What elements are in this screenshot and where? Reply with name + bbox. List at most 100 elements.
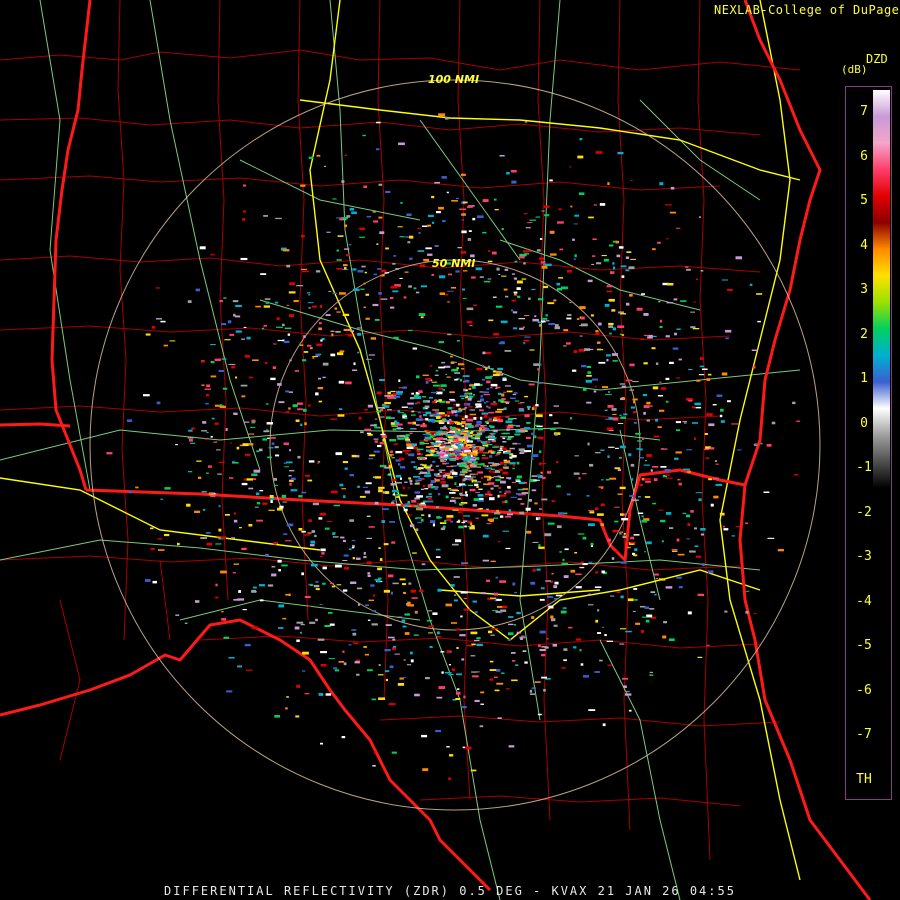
- echo-pixel: [618, 246, 624, 249]
- echo-pixel: [418, 467, 421, 470]
- echo-pixel: [295, 419, 300, 422]
- echo-pixel: [406, 664, 412, 666]
- echo-pixel: [687, 470, 691, 474]
- echo-pixel: [640, 630, 645, 633]
- echo-pixel: [534, 435, 537, 439]
- echo-pixel: [611, 557, 615, 560]
- echo-pixel: [677, 478, 681, 481]
- echo-pixel: [676, 328, 681, 330]
- echo-pixel: [695, 555, 702, 558]
- echo-pixel: [364, 409, 368, 411]
- echo-pixel: [277, 383, 282, 386]
- echo-pixel: [367, 404, 373, 408]
- echo-pixel: [749, 283, 753, 286]
- echo-pixel: [675, 451, 682, 454]
- echo-pixel: [644, 478, 651, 481]
- echo-pixel: [476, 432, 483, 436]
- echo-pixel: [447, 333, 452, 336]
- echo-pixel: [443, 459, 446, 462]
- echo-pixel: [606, 285, 613, 288]
- echo-pixel: [714, 460, 718, 462]
- echo-pixel: [751, 349, 758, 351]
- echo-pixel: [221, 618, 227, 621]
- echo-pixel: [537, 368, 540, 371]
- echo-pixel: [530, 458, 534, 460]
- echo-pixel: [471, 437, 475, 440]
- echo-pixel: [285, 593, 290, 596]
- echo-pixel: [480, 703, 484, 705]
- echo-pixel: [470, 655, 476, 657]
- echo-pixel: [384, 670, 390, 673]
- echo-pixel: [359, 227, 365, 230]
- echo-pixel: [524, 395, 529, 398]
- echo-pixel: [539, 649, 546, 652]
- echo-pixel: [595, 571, 599, 574]
- echo-pixel: [479, 447, 485, 449]
- echo-pixel: [451, 668, 455, 671]
- echo-pixel: [594, 671, 600, 673]
- echo-pixel: [724, 610, 728, 613]
- echo-pixel: [720, 408, 724, 412]
- echo-pixel: [500, 320, 508, 324]
- echo-pixel: [293, 300, 299, 303]
- echo-pixel: [336, 311, 341, 313]
- echo-pixel: [301, 572, 304, 576]
- echo-pixel: [304, 693, 310, 695]
- echo-pixel: [345, 381, 352, 385]
- echo-pixel: [404, 481, 408, 483]
- echo-pixel: [248, 524, 253, 527]
- echo-pixel: [446, 376, 451, 378]
- echo-pixel: [504, 493, 507, 495]
- echo-pixel: [486, 508, 489, 511]
- echo-pixel: [497, 494, 500, 498]
- echo-pixel: [606, 427, 614, 431]
- echo-pixel: [745, 522, 749, 525]
- echo-pixel: [378, 489, 383, 493]
- echo-pixel: [357, 351, 360, 354]
- colorbar-tick: 2: [860, 326, 868, 342]
- echo-pixel: [572, 369, 577, 372]
- echo-pixel: [498, 449, 503, 451]
- echo-pixel: [665, 400, 669, 403]
- echo-pixel: [605, 418, 610, 420]
- echo-pixel: [456, 403, 460, 407]
- echo-pixel: [438, 469, 446, 471]
- echo-pixel: [255, 492, 260, 496]
- echo-pixel: [444, 672, 452, 674]
- echo-pixel: [344, 467, 348, 470]
- echo-pixel: [438, 686, 446, 689]
- echo-pixel: [348, 548, 352, 551]
- echo-pixel: [382, 508, 389, 511]
- echo-pixel: [391, 425, 399, 427]
- echo-pixel: [666, 302, 673, 304]
- echo-pixel: [700, 533, 704, 536]
- echo-pixel: [666, 512, 672, 515]
- echo-pixel: [512, 393, 517, 396]
- echo-pixel: [445, 472, 451, 475]
- echo-pixel: [637, 440, 643, 442]
- echo-pixel: [521, 635, 525, 638]
- echo-pixel: [365, 482, 372, 485]
- echo-pixel: [475, 267, 482, 271]
- echo-pixel: [164, 487, 171, 490]
- echo-pixel: [235, 304, 242, 308]
- echo-pixel: [663, 621, 667, 624]
- echo-pixel: [368, 599, 374, 601]
- echo-pixel: [582, 563, 588, 566]
- echo-pixel: [265, 553, 269, 556]
- echo-pixel: [446, 518, 452, 522]
- echo-pixel: [499, 491, 502, 493]
- echo-pixel: [256, 519, 263, 522]
- echo-pixel: [413, 476, 420, 478]
- echo-pixel: [160, 498, 164, 500]
- echo-pixel: [457, 688, 460, 690]
- echo-pixel: [529, 689, 533, 693]
- echo-pixel: [494, 209, 499, 211]
- range-label-50nmi: 50 NMI: [432, 257, 476, 270]
- echo-pixel: [455, 539, 462, 543]
- echo-pixel: [644, 606, 649, 609]
- echo-pixel: [481, 454, 486, 457]
- echo-pixel: [308, 519, 312, 522]
- echo-pixel: [385, 678, 388, 682]
- echo-pixel: [518, 429, 525, 433]
